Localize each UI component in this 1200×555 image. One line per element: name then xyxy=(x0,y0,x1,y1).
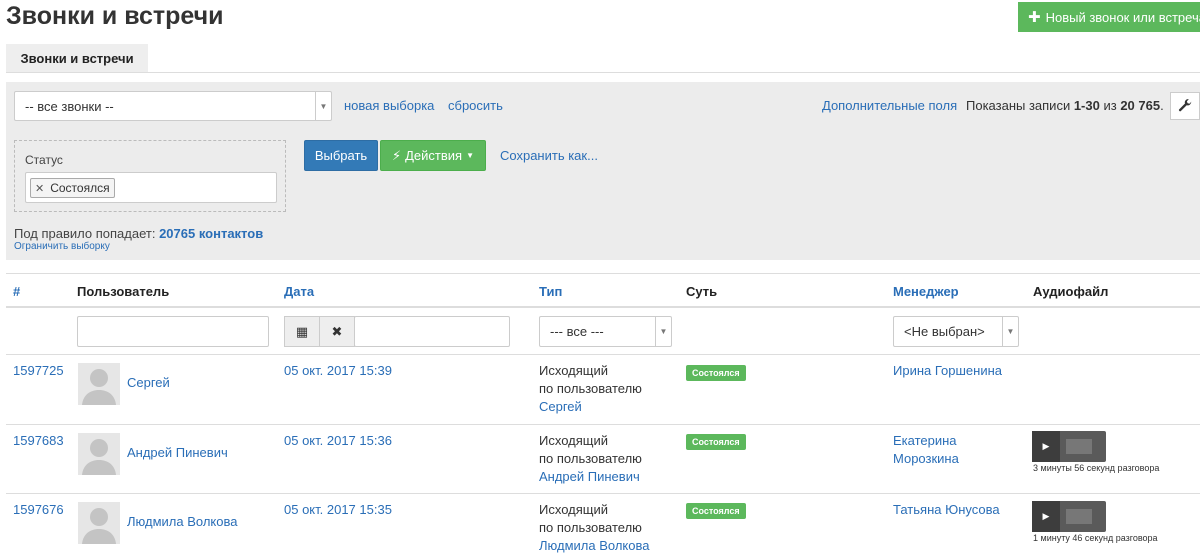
status-label: Статус xyxy=(25,153,63,167)
status-tag[interactable]: ✕ Состоялся xyxy=(30,178,115,198)
row-type-line2: по пользователю xyxy=(539,520,642,535)
audio-duration: 1 минуту 46 секунд разговора xyxy=(1033,533,1158,543)
records-range: 1-30 xyxy=(1073,98,1100,113)
row-manager-link[interactable]: Татьяна Юнусова xyxy=(893,501,1000,519)
lightning-icon: ⚡ xyxy=(391,147,402,163)
date-filter-input[interactable] xyxy=(354,316,510,347)
col-header-type[interactable]: Тип xyxy=(539,284,562,299)
row-id-link[interactable]: 1597683 xyxy=(13,432,64,450)
audio-player[interactable]: ▶ xyxy=(1032,501,1106,532)
row-id-link[interactable]: 1597725 xyxy=(13,362,64,380)
row-manager-link[interactable]: Екатерина xyxy=(893,432,957,450)
page-title: Звонки и встречи xyxy=(6,2,224,30)
row-user-link[interactable]: Сергей xyxy=(127,374,170,392)
user-filter-input[interactable] xyxy=(77,316,269,347)
col-header-audio: Аудиофайл xyxy=(1033,284,1109,299)
row-type-line2: по пользователю xyxy=(539,381,642,396)
avatar xyxy=(78,363,120,405)
audio-progress[interactable] xyxy=(1066,439,1092,454)
type-filter-select[interactable]: --- все --- ▼ xyxy=(539,316,672,347)
avatar xyxy=(78,433,120,475)
status-badge: Состоялся xyxy=(686,503,746,519)
chevron-down-icon: ▼ xyxy=(1002,317,1018,346)
chevron-down-icon: ▼ xyxy=(655,317,671,346)
manager-filter-value: <Не выбран> xyxy=(904,324,985,339)
rule-count-link[interactable]: 20765 контактов xyxy=(159,226,263,241)
audio-player[interactable]: ▶ xyxy=(1032,431,1106,462)
avatar xyxy=(78,502,120,544)
close-icon: ✖ xyxy=(331,323,343,339)
col-header-user: Пользователь xyxy=(77,284,170,299)
actions-button[interactable]: ⚡ Действия ▼ xyxy=(380,140,486,171)
settings-button[interactable] xyxy=(1170,92,1200,120)
calendar-button[interactable]: ▦ xyxy=(284,316,320,347)
col-header-date[interactable]: Дата xyxy=(284,284,314,299)
caret-down-icon: ▼ xyxy=(466,151,475,160)
row-manager-link[interactable]: Ирина Горшенина xyxy=(893,362,1002,380)
extra-fields-link[interactable]: Дополнительные поля xyxy=(822,98,957,113)
new-call-button-label: Новый звонок или встреча xyxy=(1045,9,1200,25)
records-middle: из xyxy=(1099,98,1121,113)
row-user-link[interactable]: Андрей Пиневич xyxy=(127,444,228,462)
row-user-link[interactable]: Людмила Волкова xyxy=(127,513,237,531)
reset-link[interactable]: сбросить xyxy=(448,98,503,113)
actions-button-label: Действия xyxy=(405,148,463,163)
date-filter: ▦ ✖ xyxy=(284,316,510,347)
new-selection-link[interactable]: новая выборка xyxy=(344,98,434,113)
status-input[interactable]: ✕ Состоялся xyxy=(25,172,277,203)
row-type-user-link[interactable]: Людмила Волкова xyxy=(539,537,649,555)
calendar-icon: ▦ xyxy=(295,323,309,339)
wrench-icon xyxy=(1178,99,1192,112)
play-icon[interactable]: ▶ xyxy=(1032,431,1060,462)
limit-selection-link[interactable]: Ограничить выборку xyxy=(14,241,110,252)
row-divider xyxy=(6,493,1200,494)
audio-duration: 3 минуты 56 секунд разговора xyxy=(1033,463,1160,473)
col-header-manager[interactable]: Менеджер xyxy=(893,284,959,299)
row-type-line2: по пользователю xyxy=(539,451,642,466)
plus-icon: ✚ xyxy=(1028,9,1041,26)
row-divider xyxy=(6,354,1200,355)
audio-progress[interactable] xyxy=(1066,509,1092,524)
preset-select[interactable]: -- все звонки -- ▼ xyxy=(14,91,332,121)
row-date-link[interactable]: 05 окт. 2017 15:39 xyxy=(284,362,392,380)
status-badge: Состоялся xyxy=(686,434,746,450)
status-badge: Состоялся xyxy=(686,365,746,381)
row-date-link[interactable]: 05 окт. 2017 15:35 xyxy=(284,501,392,519)
clear-date-button[interactable]: ✖ xyxy=(319,316,355,347)
rule-prefix: Под правило попадает: xyxy=(14,226,160,241)
row-type-user-link[interactable]: Андрей Пиневич xyxy=(539,468,640,486)
remove-tag-icon[interactable]: ✕ xyxy=(35,182,44,195)
records-info: Показаны записи 1-30 из 20 765. xyxy=(966,98,1164,113)
row-type-user-link[interactable]: Сергей xyxy=(539,398,582,416)
row-manager-link-line2[interactable]: Морозкина xyxy=(893,450,959,468)
chevron-down-icon: ▼ xyxy=(315,92,331,120)
manager-filter-select[interactable]: <Не выбран> ▼ xyxy=(893,316,1019,347)
row-type-line1: Исходящий xyxy=(539,502,608,517)
tab-divider xyxy=(6,72,1200,73)
row-type-line1: Исходящий xyxy=(539,363,608,378)
rule-text: Под правило попадает: 20765 контактов xyxy=(14,226,263,241)
col-header-essence: Суть xyxy=(686,284,718,299)
preset-select-value: -- все звонки -- xyxy=(25,98,114,114)
records-suffix: . xyxy=(1160,98,1164,113)
status-filter: Статус ✕ Состоялся xyxy=(14,140,286,212)
new-call-button[interactable]: ✚ Новый звонок или встреча xyxy=(1018,2,1200,32)
table-header-border xyxy=(6,306,1200,308)
records-prefix: Показаны записи xyxy=(966,98,1074,113)
status-tag-label: Состоялся xyxy=(50,181,110,195)
row-date-link[interactable]: 05 окт. 2017 15:36 xyxy=(284,432,392,450)
row-divider xyxy=(6,424,1200,425)
records-total: 20 765 xyxy=(1120,98,1161,113)
row-id-link[interactable]: 1597676 xyxy=(13,501,64,519)
play-icon[interactable]: ▶ xyxy=(1032,501,1060,532)
tab-calls-meetings[interactable]: Звонки и встречи xyxy=(6,44,148,72)
table-top-border xyxy=(6,273,1200,274)
col-header-id[interactable]: # xyxy=(13,284,20,299)
save-as-link[interactable]: Сохранить как... xyxy=(500,148,598,163)
row-type-line1: Исходящий xyxy=(539,433,608,448)
type-filter-value: --- все --- xyxy=(550,324,604,339)
select-button[interactable]: Выбрать xyxy=(304,140,378,171)
